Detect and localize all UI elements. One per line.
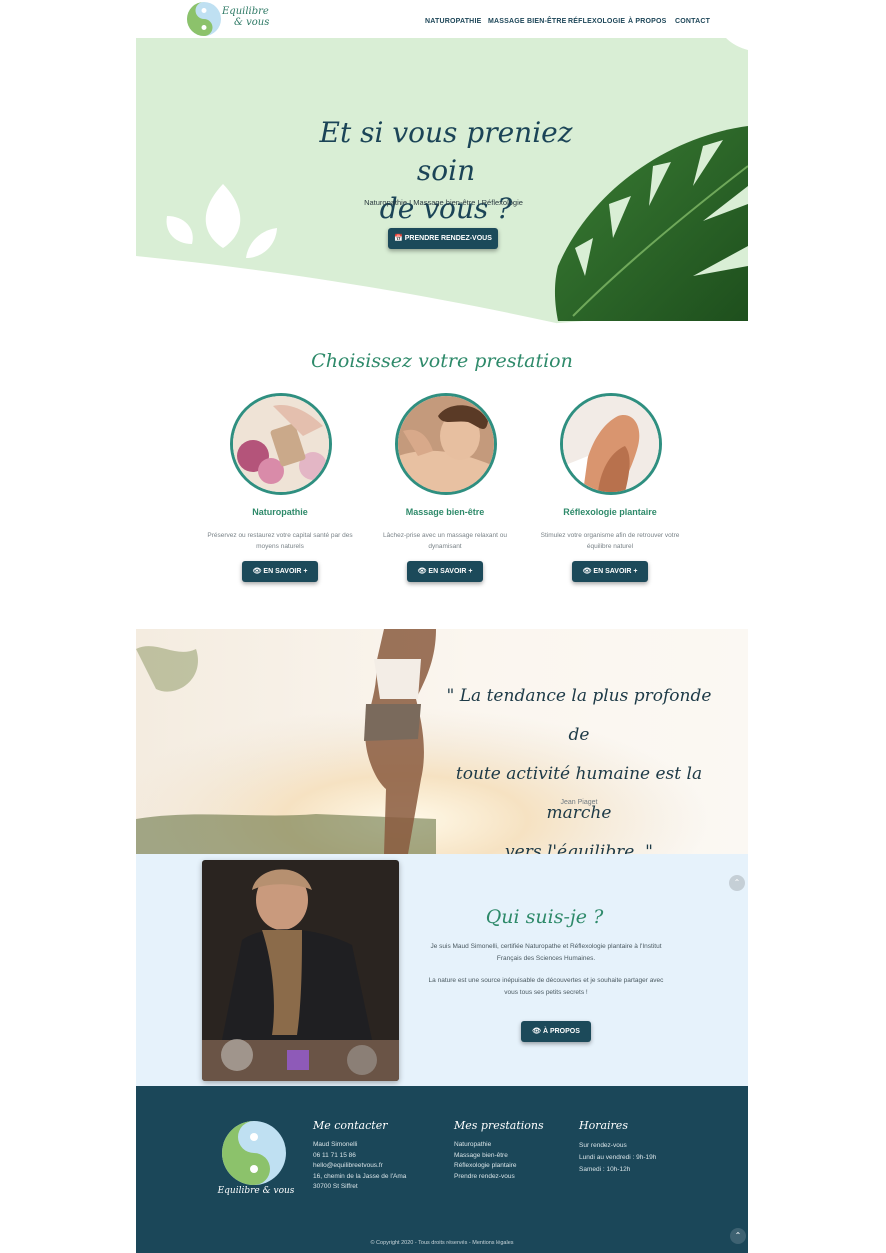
footer-logo-icon[interactable]: [221, 1120, 287, 1186]
eye-icon: 👁: [582, 568, 592, 575]
logo-line-1: Equilibre: [222, 6, 269, 17]
logo-line-2: & vous: [234, 17, 270, 28]
nav-a-propos[interactable]: À PROPOS: [628, 18, 667, 25]
reflexologie-learn-more-label: EN SAVOIR +: [593, 568, 638, 575]
hero-title-line-1: Et si vous preniez soin: [319, 116, 573, 187]
footer-contact-column: Me contacter Maud Simonelli 06 11 71 15 …: [313, 1119, 443, 1193]
footer-hours-title: Horaires: [579, 1119, 628, 1132]
services-title: Choisissez votre prestation: [311, 350, 573, 372]
reflexologie-image[interactable]: [560, 393, 662, 495]
hero-title: Et si vous preniez soin de vous ?: [316, 114, 576, 228]
massage-learn-more-label: EN SAVOIR +: [428, 568, 473, 575]
chevron-up-icon: ⌃: [733, 878, 741, 887]
book-appointment-button[interactable]: 📅 PRENDRE RENDEZ-VOUS: [388, 228, 498, 249]
copyright-text: © Copyright 2020 - Tous droits réservés …: [370, 1240, 514, 1246]
chevron-up-icon: ⌃: [734, 1231, 742, 1240]
footer-services-title: Mes prestations: [454, 1119, 544, 1132]
back-to-top-button[interactable]: ⌃: [730, 1228, 746, 1244]
site-header: Equilibre & vous NATUROPATHIE MASSAGE BI…: [136, 0, 748, 38]
naturopathie-image[interactable]: [230, 393, 332, 495]
logo-text[interactable]: Equilibre & vous: [222, 6, 269, 28]
hours-line-1: Sur rendez-vous: [579, 1142, 627, 1149]
service-desc-naturopathie: Préservez ou restaurez votre capital san…: [207, 532, 353, 550]
eye-icon: 👁: [417, 568, 427, 575]
nav-contact[interactable]: CONTACT: [675, 18, 710, 25]
about-paragraph-1: Je suis Maud Simonelli, certifiée Naturo…: [430, 943, 662, 962]
about-paragraph-2: La nature est une source inépuisable de …: [428, 977, 664, 996]
contact-address: 16, chemin de la Jasse de l'Ama: [313, 1172, 407, 1180]
quote-line-1: " La tendance la plus profonde de: [446, 686, 712, 745]
massage-learn-more-button[interactable]: 👁 EN SAVOIR +: [407, 561, 483, 582]
eye-icon: 👁: [532, 1028, 541, 1035]
footer-logo-text: Equilibre & vous: [217, 1186, 295, 1196]
hours-line-2: Lundi au vendredi : 9h-19h: [579, 1154, 657, 1161]
naturopathie-learn-more-label: EN SAVOIR +: [263, 568, 308, 575]
about-button[interactable]: 👁 À PROPOS: [521, 1021, 591, 1042]
footer-link-reflexologie[interactable]: Réflexologie plantaire: [454, 1161, 564, 1172]
nav-massage[interactable]: MASSAGE BIEN-ÊTRE: [488, 18, 566, 25]
eye-icon: 👁: [252, 568, 262, 575]
quote-author: Jean Piaget: [560, 799, 598, 806]
quote-section: " La tendance la plus profonde de toute …: [136, 629, 748, 854]
massage-image[interactable]: [395, 393, 497, 495]
hours-line-3: Samedi : 10h-12h: [579, 1166, 631, 1173]
portrait-photo: [202, 860, 399, 1081]
contact-phone[interactable]: 06 11 71 15 86: [313, 1151, 443, 1162]
hero-title-line-2: de vous ?: [379, 192, 513, 225]
reflexologie-learn-more-button[interactable]: 👁 EN SAVOIR +: [572, 561, 648, 582]
contact-email[interactable]: hello@equilibreetvous.fr: [313, 1161, 443, 1172]
nav-naturopathie[interactable]: NATUROPATHIE: [425, 18, 481, 25]
monstera-leaf-image: [554, 126, 748, 321]
site-footer: Equilibre & vous Me contacter Maud Simon…: [136, 1086, 748, 1253]
nav-reflexologie[interactable]: RÉFLEXOLOGIE: [568, 18, 625, 25]
footer-link-naturopathie[interactable]: Naturopathie: [454, 1140, 564, 1151]
footer-link-massage[interactable]: Massage bien-être: [454, 1151, 564, 1162]
service-desc-massage: Lâchez-prise avec un massage relaxant ou…: [383, 532, 507, 550]
service-name-reflexologie: Réflexologie plantaire: [563, 507, 657, 517]
reflexologie-photo: [563, 396, 659, 492]
hero-subtitle: Naturopathie I Massage bien-être I Réfle…: [364, 198, 523, 207]
naturopathie-photo: [233, 396, 329, 492]
service-name-naturopathie: Naturopathie: [252, 507, 308, 517]
logo-icon[interactable]: [186, 1, 226, 37]
footer-link-rendez-vous[interactable]: Prendre rendez-vous: [454, 1172, 564, 1183]
naturopathie-learn-more-button[interactable]: 👁 EN SAVOIR +: [242, 561, 318, 582]
hero-section: Et si vous preniez soin de vous ? Naturo…: [136, 38, 748, 328]
quote-text: " La tendance la plus profonde de toute …: [434, 677, 724, 854]
book-appointment-label: PRENDRE RENDEZ-VOUS: [404, 235, 492, 242]
calendar-icon: 📅: [394, 235, 403, 242]
scroll-up-button[interactable]: ⌃: [729, 875, 745, 891]
service-name-massage: Massage bien-être: [405, 507, 485, 517]
footer-hours-column: Horaires Sur rendez-vous Lundi au vendre…: [579, 1119, 699, 1176]
service-desc-reflexologie: Stimulez votre organisme afin de retrouv…: [540, 532, 680, 550]
quote-line-3: vers l'équilibre. ": [505, 842, 653, 854]
contact-name: Maud Simonelli: [313, 1141, 358, 1148]
about-section: Qui suis-je ? Je suis Maud Simonelli, ce…: [136, 854, 748, 1086]
about-button-label: À PROPOS: [542, 1028, 580, 1035]
about-photo: [202, 860, 399, 1081]
contact-city: 30700 St Siffret: [313, 1183, 358, 1190]
about-title: Qui suis-je ?: [485, 906, 604, 928]
footer-services-column: Mes prestations Naturopathie Massage bie…: [454, 1119, 564, 1182]
quote-line-2: toute activité humaine est la marche: [455, 764, 703, 823]
footer-contact-title: Me contacter: [313, 1119, 388, 1132]
massage-photo: [398, 396, 494, 492]
